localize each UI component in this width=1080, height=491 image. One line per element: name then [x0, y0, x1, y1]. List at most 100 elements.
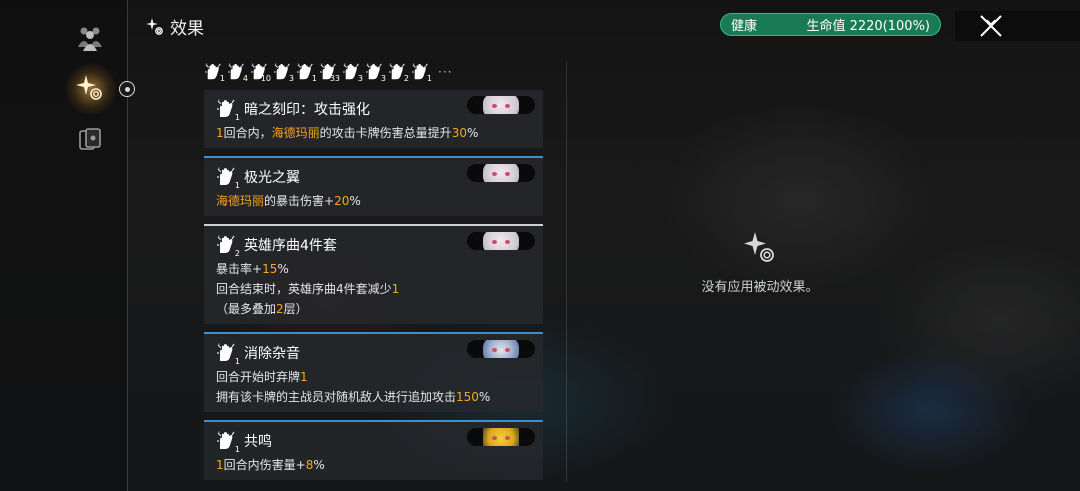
effect-card[interactable]: 1 极光之翼海德玛丽的暴击伤害+20% [204, 156, 543, 216]
effect-title: 共鸣 [244, 434, 272, 450]
description-text: （最多叠加 [216, 302, 277, 316]
effect-title: 英雄序曲4件套 [244, 238, 337, 254]
active-effects-strip: 1 4 10 3 1 33 3 3 2 1 ··· [204, 63, 452, 83]
effect-description-line: 回合结束时，英雄序曲4件套减少1 [216, 278, 533, 298]
effect-stack-icon[interactable]: 1 [411, 63, 432, 83]
health-status: 健康 [731, 19, 758, 34]
description-text: 拥有该卡牌的主战员对随机敌人进行追加攻击 [216, 390, 457, 404]
highlight-text: 30 [451, 126, 467, 140]
effects-tab[interactable] [62, 66, 118, 110]
sparkle-swirl-icon [76, 75, 102, 100]
panel-divider [566, 62, 567, 482]
character-portrait [467, 340, 535, 358]
effect-description-line: 回合开始时弃牌1 [216, 366, 533, 386]
highlight-text: 15 [262, 262, 278, 276]
effect-stack-icon[interactable]: 3 [342, 63, 363, 83]
close-button[interactable] [955, 11, 1080, 41]
passive-effects-panel: 没有应用被动效果。 [660, 228, 860, 295]
more-effects-indicator[interactable]: ··· [438, 65, 452, 79]
effect-stack-icon[interactable]: 2 [388, 63, 409, 83]
stack-count: 4 [242, 74, 248, 83]
sparkle-swirl-icon [146, 17, 163, 35]
description-text: 回合结束时，英雄序曲4件套减少 [216, 282, 392, 296]
effect-description-line: 拥有该卡牌的主战员对随机敌人进行追加攻击150% [216, 386, 533, 406]
highlight-text: 150 [456, 390, 479, 404]
effect-title: 消除杂音 [244, 346, 300, 362]
highlight-text: 海德玛丽 [271, 126, 320, 140]
highlight-text: 1 [216, 458, 224, 472]
stack-count: 3 [357, 74, 363, 83]
effect-icon: 1 [216, 99, 240, 122]
selected-indicator-icon [119, 81, 135, 97]
highlight-text: 1 [216, 126, 224, 140]
stack-count: 2 [403, 74, 409, 83]
effect-description-line: 1回合内伤害量+8% [216, 454, 533, 474]
cards-tab[interactable] [62, 118, 118, 162]
description-text: 的暴击伤害+ [264, 194, 335, 208]
description-text: 回合开始时弃牌 [216, 370, 301, 384]
effect-icon: 1 [216, 431, 240, 454]
description-text: % [466, 126, 479, 140]
effect-stack-icon[interactable]: 3 [273, 63, 294, 83]
effect-description-line: 1回合内，海德玛丽的攻击卡牌伤害总量提升30% [216, 122, 533, 142]
effect-description-line: 海德玛丽的暴击伤害+20% [216, 190, 533, 210]
description-text: 的攻击卡牌伤害总量提升 [319, 126, 452, 140]
no-passive-message: 没有应用被动效果。 [701, 280, 819, 295]
effect-icon: 2 [216, 235, 240, 258]
effect-list[interactable]: 1 暗之刻印：攻击强化 1回合内，海德玛丽的攻击卡牌伤害总量提升30% 1 极光之翼 海德… [204, 90, 543, 488]
page-title-label: 效果 [170, 19, 204, 39]
effect-title: 极光之翼 [244, 170, 300, 186]
description-text: 暴击率+ [216, 262, 263, 276]
team-tab[interactable] [62, 16, 118, 60]
character-portrait [467, 164, 535, 182]
effect-stack-icon[interactable]: 33 [319, 63, 340, 83]
effect-stack-icon[interactable]: 1 [204, 63, 225, 83]
effect-stack-icon[interactable]: 1 [296, 63, 317, 83]
team-icon [78, 27, 102, 51]
effect-stack-count: 2 [234, 249, 240, 258]
description-text: % [349, 194, 361, 208]
effect-stack-count: 1 [234, 181, 240, 190]
cards-icon [79, 128, 101, 150]
effect-stack-icon[interactable]: 4 [227, 63, 248, 83]
effect-title: 暗之刻印：攻击强化 [244, 102, 370, 118]
stack-count: 33 [329, 74, 340, 83]
character-portrait [467, 428, 535, 446]
side-rail [0, 0, 135, 491]
highlight-text: 1 [391, 282, 400, 296]
close-icon [980, 15, 1002, 37]
description-text: 回合内， [223, 126, 272, 140]
effect-stack-count: 1 [234, 445, 240, 454]
effect-icon: 1 [216, 343, 240, 366]
description-text: 回合内伤害量+ [223, 458, 306, 472]
effect-description-line: 暴击率+15% [216, 258, 533, 278]
character-portrait [467, 96, 535, 114]
description-text: % [478, 390, 491, 404]
effect-icon: 1 [216, 167, 240, 190]
health-bar: 健康 生命值 2220(100%) [720, 13, 941, 36]
effect-stack-icon[interactable]: 10 [250, 63, 271, 83]
hp-value: 生命值 2220(100%) [806, 19, 930, 34]
effect-card[interactable]: 2 英雄序曲4件套 暴击率+15% 回合结束时，英雄序曲4件套减少1 （最多叠加2层） [204, 224, 543, 324]
effect-stack-count: 1 [234, 357, 240, 366]
stack-count: 3 [380, 74, 386, 83]
stack-count: 3 [288, 74, 294, 83]
description-text: % [313, 458, 325, 472]
stack-count: 1 [426, 74, 432, 83]
stack-count: 10 [260, 74, 271, 83]
highlight-text: 2 [276, 302, 284, 316]
effect-description-line: （最多叠加2层） [216, 298, 533, 318]
effect-card[interactable]: 1 共鸣 1回合内伤害量+8% [204, 420, 543, 480]
effect-stack-icon[interactable]: 3 [365, 63, 386, 83]
effect-card[interactable]: 1 暗之刻印：攻击强化 1回合内，海德玛丽的攻击卡牌伤害总量提升30% [204, 90, 543, 148]
highlight-text: 20 [334, 194, 350, 208]
stack-count: 1 [311, 74, 317, 83]
sparkle-swirl-icon [744, 232, 774, 262]
highlight-text: 海德玛丽 [216, 194, 265, 208]
description-text: % [277, 262, 289, 276]
effect-stack-count: 1 [234, 113, 240, 122]
effect-card[interactable]: 1 消除杂音 回合开始时弃牌1 拥有该卡牌的主战员对随机敌人进行追加攻击150% [204, 332, 543, 412]
stack-count: 1 [219, 74, 225, 83]
page-title: 效果 [146, 14, 204, 39]
highlight-text: 1 [300, 370, 308, 384]
